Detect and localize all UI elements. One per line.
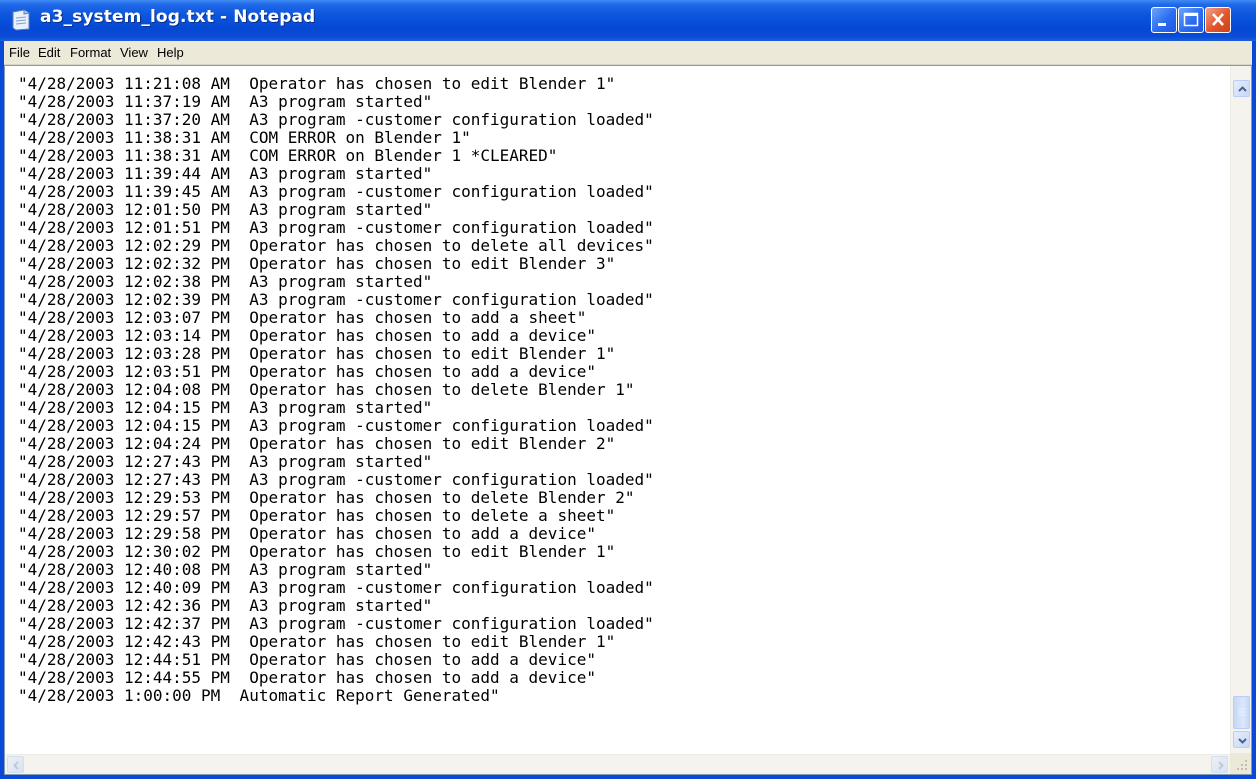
log-line: "4/28/2003 12:02:32 PM Operator has chos…	[18, 254, 616, 273]
notepad-icon	[12, 9, 30, 31]
menu-help[interactable]: Help	[157, 45, 184, 60]
log-line: "4/28/2003 12:30:02 PM Operator has chos…	[18, 542, 616, 561]
log-line: "4/28/2003 12:04:24 PM Operator has chos…	[18, 434, 616, 453]
log-line: "4/28/2003 12:03:14 PM Operator has chos…	[18, 326, 596, 345]
log-line: "4/28/2003 12:42:37 PM A3 program -custo…	[18, 614, 654, 633]
grip-dot	[1241, 764, 1243, 766]
log-line: "4/28/2003 12:02:29 PM Operator has chos…	[18, 236, 654, 255]
log-line: "4/28/2003 11:21:08 AM Operator has chos…	[18, 74, 616, 93]
log-line: "4/28/2003 12:27:43 PM A3 program -custo…	[18, 470, 654, 489]
log-line: "4/28/2003 11:38:31 AM COM ERROR on Blen…	[18, 146, 558, 165]
log-line: "4/28/2003 11:39:44 AM A3 program starte…	[18, 164, 433, 183]
log-line: "4/28/2003 12:04:15 PM A3 program -custo…	[18, 416, 654, 435]
log-line: "4/28/2003 12:27:43 PM A3 program starte…	[18, 452, 433, 471]
grip-dot	[1245, 768, 1247, 770]
scroll-right-button[interactable]	[1211, 756, 1228, 773]
minimize-icon	[1158, 23, 1166, 26]
title-bar[interactable]: a3_system_log.txt - Notepad	[0, 0, 1256, 41]
log-line: "4/28/2003 12:44:55 PM Operator has chos…	[18, 668, 596, 687]
grip-dot	[1241, 768, 1243, 770]
menu-file[interactable]: File	[9, 45, 30, 60]
log-line: "4/28/2003 11:37:19 AM A3 program starte…	[18, 92, 433, 111]
log-line: "4/28/2003 12:29:57 PM Operator has chos…	[18, 506, 616, 525]
window-title: a3_system_log.txt - Notepad	[40, 7, 316, 27]
log-line: "4/28/2003 11:39:45 AM A3 program -custo…	[18, 182, 654, 201]
text-area[interactable]: "4/28/2003 11:21:08 AM Operator has chos…	[4, 65, 1252, 775]
log-line: "4/28/2003 12:01:51 PM A3 program -custo…	[18, 218, 654, 237]
menu-bar: File Edit Format View Help	[4, 41, 1252, 65]
log-line: "4/28/2003 12:03:28 PM Operator has chos…	[18, 344, 616, 363]
horizontal-scrollbar[interactable]	[5, 754, 1231, 774]
scroll-up-button[interactable]	[1233, 80, 1250, 97]
chevron-down-icon	[1238, 738, 1247, 744]
text-editor[interactable]: "4/28/2003 11:21:08 AM Operator has chos…	[5, 66, 1231, 754]
close-button[interactable]	[1205, 7, 1231, 33]
log-line: "4/28/2003 12:03:51 PM Operator has chos…	[18, 362, 596, 381]
log-line: "4/28/2003 11:37:20 AM A3 program -custo…	[18, 110, 654, 129]
log-line: "4/28/2003 12:40:09 PM A3 program -custo…	[18, 578, 654, 597]
log-line: "4/28/2003 12:42:43 PM Operator has chos…	[18, 632, 616, 651]
minimize-button[interactable]	[1151, 7, 1177, 33]
log-line: "4/28/2003 12:02:38 PM A3 program starte…	[18, 272, 433, 291]
maximize-button[interactable]	[1178, 7, 1204, 33]
maximize-icon	[1183, 12, 1199, 27]
log-line: "4/28/2003 12:04:08 PM Operator has chos…	[18, 380, 635, 399]
chevron-left-icon	[13, 761, 19, 770]
scroll-down-button[interactable]	[1233, 731, 1250, 748]
vertical-scroll-thumb[interactable]	[1233, 696, 1250, 729]
log-line: "4/28/2003 12:29:53 PM Operator has chos…	[18, 488, 635, 507]
log-line: "4/28/2003 12:29:58 PM Operator has chos…	[18, 524, 596, 543]
menu-view[interactable]: View	[120, 45, 148, 60]
grip-icon	[1238, 708, 1245, 716]
log-line: "4/28/2003 12:40:08 PM A3 program starte…	[18, 560, 433, 579]
log-line: "4/28/2003 12:01:50 PM A3 program starte…	[18, 200, 433, 219]
log-line: "4/28/2003 11:38:31 AM COM ERROR on Blen…	[18, 128, 471, 147]
log-line: "4/28/2003 1:00:00 PM Automatic Report G…	[18, 686, 500, 705]
menu-format[interactable]: Format	[70, 45, 111, 60]
vertical-scrollbar[interactable]	[1230, 66, 1251, 754]
log-line: "4/28/2003 12:03:07 PM Operator has chos…	[18, 308, 587, 327]
grip-dot	[1245, 764, 1247, 766]
size-grip[interactable]	[1230, 753, 1251, 774]
chevron-up-icon	[1238, 86, 1247, 92]
close-icon	[1212, 13, 1224, 26]
menu-edit[interactable]: Edit	[38, 45, 60, 60]
grip-dot	[1245, 760, 1247, 762]
log-line: "4/28/2003 12:44:51 PM Operator has chos…	[18, 650, 596, 669]
notepad-window: a3_system_log.txt - Notepad File Edit Fo…	[0, 0, 1256, 779]
log-line: "4/28/2003 12:42:36 PM A3 program starte…	[18, 596, 433, 615]
log-line: "4/28/2003 12:02:39 PM A3 program -custo…	[18, 290, 654, 309]
scroll-left-button[interactable]	[7, 756, 24, 773]
chevron-right-icon	[1218, 761, 1224, 770]
grip-dot	[1237, 768, 1239, 770]
log-line: "4/28/2003 12:04:15 PM A3 program starte…	[18, 398, 433, 417]
